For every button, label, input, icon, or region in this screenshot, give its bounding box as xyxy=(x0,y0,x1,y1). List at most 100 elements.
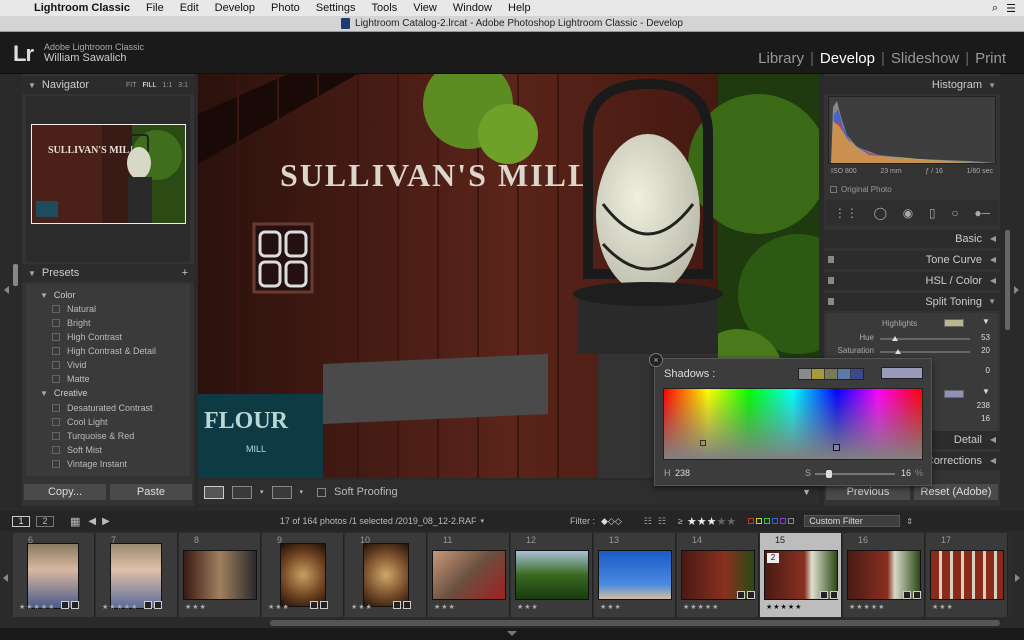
original-photo-toggle[interactable]: Original Photo xyxy=(830,185,892,194)
left-panel-toggle-icon[interactable] xyxy=(4,286,9,294)
red-label-icon[interactable] xyxy=(748,518,755,524)
preset-swatch[interactable] xyxy=(851,369,863,379)
filmstrip-cell[interactable]: 11 ★★★ xyxy=(428,533,510,617)
filmstrip-cell[interactable]: 8 ★★★ xyxy=(179,533,261,617)
preset-swatch[interactable] xyxy=(838,369,850,379)
menu-settings[interactable]: Settings xyxy=(316,2,356,14)
presets-header[interactable]: ▼ Presets + xyxy=(22,264,194,282)
shadows-picker-triangle-icon[interactable]: ▼ xyxy=(982,387,990,396)
highlights-picker-triangle-icon[interactable]: ▼ xyxy=(982,317,990,326)
menu-view[interactable]: View xyxy=(413,2,437,14)
adjustment-brush-icon[interactable]: ●─ xyxy=(974,206,990,220)
color-spectrum-field[interactable] xyxy=(663,388,923,460)
menu-window[interactable]: Window xyxy=(453,2,492,14)
copy-button[interactable]: Copy... xyxy=(24,484,106,500)
radial-filter-icon[interactable]: ○ xyxy=(951,206,958,220)
preset-item[interactable]: Cool Light xyxy=(52,417,108,427)
preset-folder-color[interactable]: ▼ Color xyxy=(40,290,75,300)
filmstrip-cell[interactable]: 10 ★★★ xyxy=(345,533,427,617)
crop-tool-icon[interactable]: ⋮⋮ xyxy=(834,206,858,220)
preset-item[interactable]: Natural xyxy=(52,304,96,314)
module-slideshow[interactable]: Slideshow xyxy=(891,50,959,67)
filmstrip-cell[interactable]: 6 ★★★★★ xyxy=(13,533,95,617)
filmstrip-scroll-right-icon[interactable] xyxy=(1015,574,1020,582)
app-menu[interactable]: Lightroom Classic xyxy=(34,2,130,14)
reset-button[interactable]: Reset (Adobe) xyxy=(914,484,998,500)
filmstrip-cell[interactable]: 14 ★★★★★ xyxy=(677,533,759,617)
filmstrip-cell[interactable]: 12 ★★★ xyxy=(511,533,593,617)
zoom-fit[interactable]: FIT xyxy=(126,82,137,89)
zoom-fill[interactable]: FILL xyxy=(143,82,157,89)
preset-item[interactable]: Turquoise & Red xyxy=(52,431,134,441)
histogram-graph[interactable] xyxy=(828,96,996,164)
highlight-marker[interactable] xyxy=(700,440,706,446)
add-preset-icon[interactable]: + xyxy=(182,267,188,279)
filmstrip-toggle-icon[interactable] xyxy=(507,631,517,636)
right-panel-toggle-icon[interactable] xyxy=(1014,286,1019,294)
saturation-knob[interactable] xyxy=(826,470,832,478)
module-develop[interactable]: Develop xyxy=(820,50,875,67)
filter-lock-icon[interactable]: ⇕ xyxy=(906,517,913,526)
red-eye-icon[interactable]: ◉ xyxy=(903,206,913,220)
photo-count-info[interactable]: 17 of 164 photos /1 selected /2019_08_12… xyxy=(280,516,477,526)
zoom-3-1[interactable]: 3:1 xyxy=(178,82,188,89)
section-toggle-switch[interactable] xyxy=(828,277,834,284)
grid-view-icon[interactable]: ▦ xyxy=(70,515,80,528)
menu-file[interactable]: File xyxy=(146,2,164,14)
hsl-tab[interactable]: HSL xyxy=(926,275,947,287)
blue-label-icon[interactable] xyxy=(772,518,779,524)
preset-swatch[interactable] xyxy=(825,369,837,379)
yellow-label-icon[interactable] xyxy=(756,518,763,524)
shadow-marker[interactable] xyxy=(833,444,840,451)
zoom-1-1[interactable]: 1:1 xyxy=(163,82,173,89)
previous-button[interactable]: Previous xyxy=(826,484,910,500)
graduated-filter-icon[interactable]: ▯ xyxy=(929,206,936,220)
shadows-hue-value[interactable]: 238 xyxy=(968,401,990,410)
preset-swatch[interactable] xyxy=(799,369,811,379)
menu-help[interactable]: Help xyxy=(508,2,531,14)
module-library[interactable]: Library xyxy=(758,50,804,67)
preset-item[interactable]: Vivid xyxy=(52,360,86,370)
star-rating-filter[interactable]: ★★★★★ xyxy=(687,515,736,528)
tone-curve-section-header[interactable]: Tone Curve ◀ xyxy=(824,251,1000,269)
close-icon[interactable]: × xyxy=(649,353,663,367)
toolbar-menu-icon[interactable]: ▼ xyxy=(802,487,811,497)
forward-arrow-icon[interactable]: ▶ xyxy=(102,516,110,527)
filmstrip-cell[interactable]: 7 ★★★★★ xyxy=(96,533,178,617)
flag-filter-icon[interactable]: ◆◇◇ xyxy=(601,516,622,527)
original-photo-checkbox[interactable] xyxy=(830,186,837,193)
preset-item[interactable]: Desaturated Contrast xyxy=(52,403,153,413)
histogram-header[interactable]: Histogram ▼ xyxy=(824,76,1000,94)
highlights-hue-value[interactable]: 53 xyxy=(968,333,990,342)
left-panel-scrollbar[interactable] xyxy=(13,264,18,286)
dropdown-arrow-icon[interactable]: ▾ xyxy=(260,488,264,496)
filmstrip-cell[interactable]: 17 ★★★ xyxy=(926,533,1008,617)
shadows-color-swatch[interactable] xyxy=(944,390,964,398)
filmstrip-cell[interactable]: 16 ★★★★★ xyxy=(843,533,925,617)
split-toning-section-header[interactable]: Split Toning ▼ xyxy=(824,293,1000,311)
module-print[interactable]: Print xyxy=(975,50,1006,67)
edit-filter-icon[interactable]: ☷ xyxy=(644,516,652,527)
basic-section-header[interactable]: Basic ◀ xyxy=(824,230,1000,248)
preset-item[interactable]: Bright xyxy=(52,318,91,328)
navigator-preview[interactable]: SULLIVAN'S MILL xyxy=(31,124,186,224)
highlights-saturation-slider[interactable] xyxy=(880,351,970,353)
notification-center-icon[interactable]: ☰ xyxy=(1006,2,1016,15)
highlights-hue-knob[interactable] xyxy=(892,336,898,341)
shadows-saturation-value[interactable]: 16 xyxy=(968,414,990,423)
window-1-button[interactable]: 1 xyxy=(12,515,30,527)
gray-label-icon[interactable] xyxy=(788,518,795,524)
preset-folder-creative[interactable]: ▼ Creative xyxy=(40,388,87,398)
loupe-view-icon[interactable] xyxy=(204,485,224,499)
highlights-saturation-value[interactable]: 20 xyxy=(968,346,990,355)
highlights-color-swatch[interactable] xyxy=(944,319,964,327)
back-arrow-icon[interactable]: ◀ xyxy=(88,516,96,527)
menu-edit[interactable]: Edit xyxy=(180,2,199,14)
menu-tools[interactable]: Tools xyxy=(372,2,398,14)
hsl-color-section-header[interactable]: HSL / Color ◀ xyxy=(824,272,1000,290)
right-panel-scrollbar[interactable] xyxy=(1005,230,1010,330)
yy-compare-icon[interactable] xyxy=(271,485,292,499)
hue-value[interactable]: 238 xyxy=(675,468,690,478)
menu-photo[interactable]: Photo xyxy=(271,2,300,14)
source-dropdown-icon[interactable]: ▾ xyxy=(480,517,484,525)
